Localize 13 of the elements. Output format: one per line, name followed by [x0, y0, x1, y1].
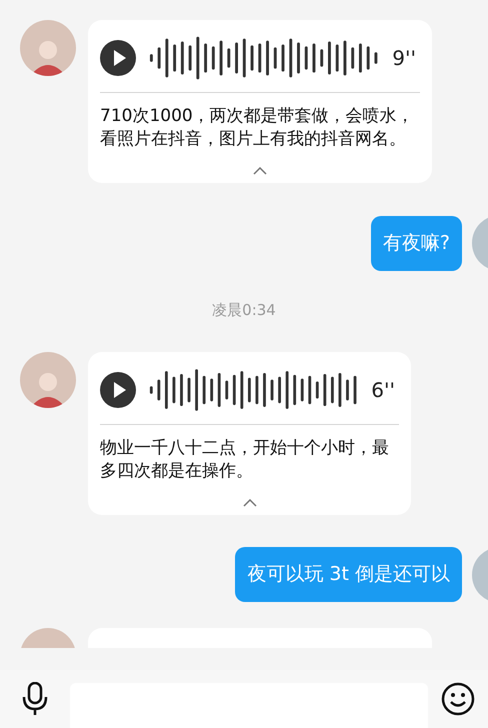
voice-duration: 6'' [371, 376, 396, 404]
collapse-chevron-icon[interactable] [253, 167, 267, 175]
timestamp: 凌晨0:34 [212, 300, 276, 321]
microphone-icon[interactable] [22, 682, 48, 716]
emoji-icon[interactable] [441, 682, 475, 716]
sent-message-bubble: 夜可以玩 3t 倒是还可以 [235, 547, 462, 602]
voice-transcript: 物业一千八十二点，开始十个小时，最多四次都是在操作。 [100, 436, 390, 482]
collapse-chevron-icon[interactable] [242, 498, 256, 506]
voice-duration: 9'' [392, 45, 417, 72]
play-icon[interactable] [100, 372, 136, 408]
play-icon[interactable] [100, 40, 136, 76]
voice-transcript: 710次1000，两次都是带套做，会喷水，看照片在抖音，图片上有我的抖音网名。 [100, 105, 415, 151]
sent-message-bubble: 有夜嘛? [370, 216, 462, 270]
